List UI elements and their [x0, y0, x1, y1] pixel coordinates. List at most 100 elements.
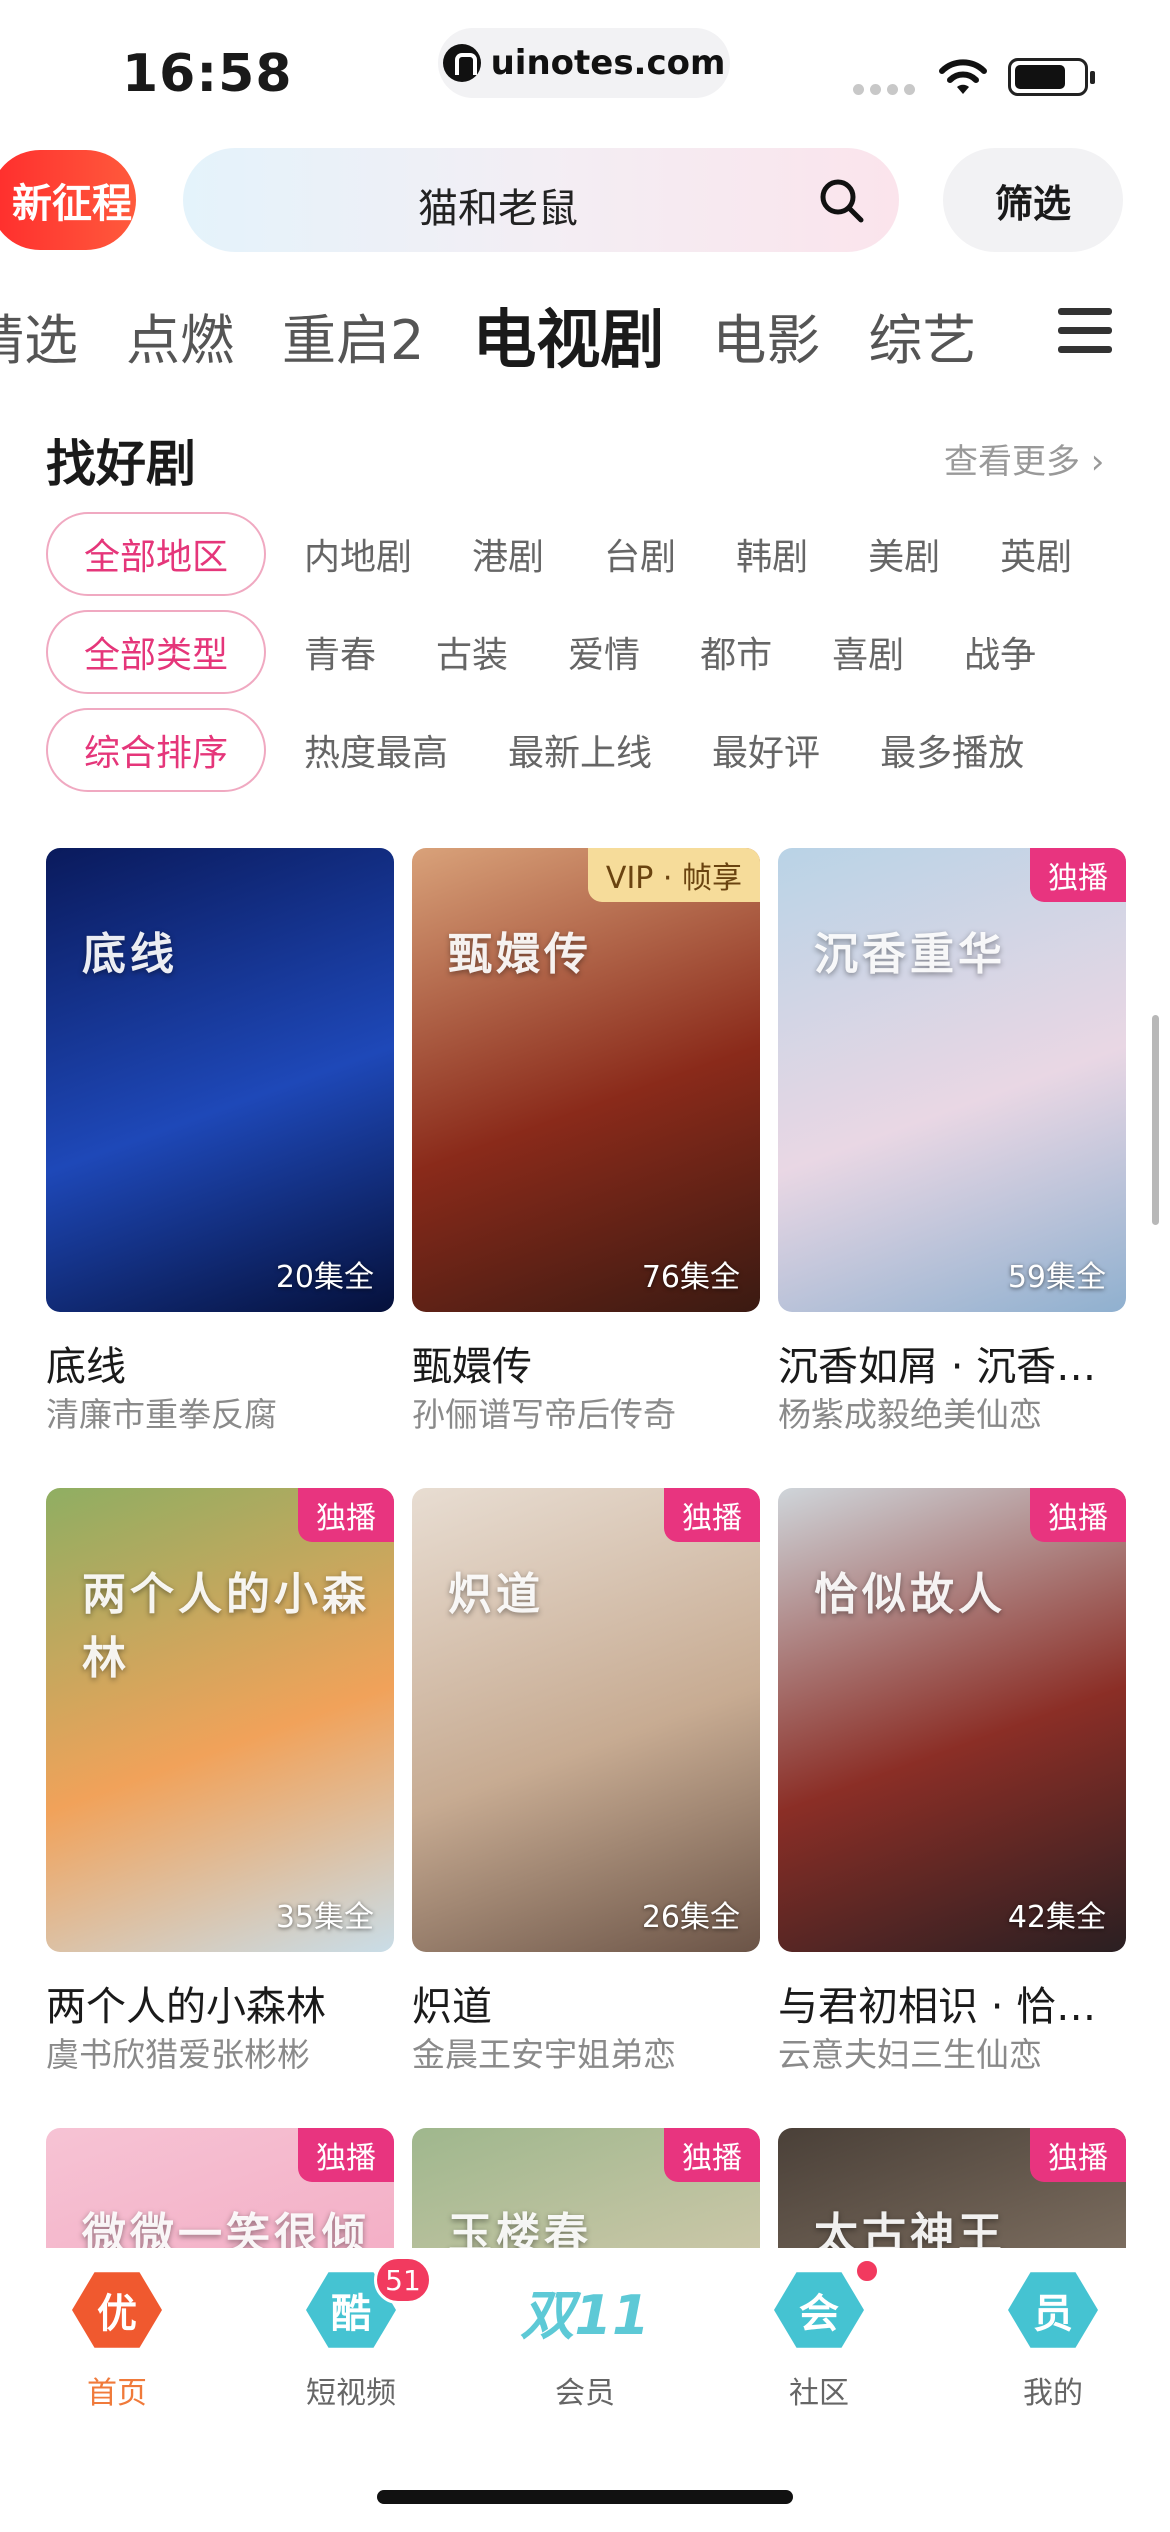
episode-count: 20集全 [275, 1260, 374, 1295]
show-title[interactable]: 炽道 [412, 1974, 760, 2032]
episode-count: 35集全 [275, 1900, 374, 1935]
show-badge: 独播 [664, 2128, 760, 2182]
show-title[interactable]: 与君初相识 · 恰似故人归 [778, 1974, 1126, 2032]
nav-label: 会员 [555, 2376, 615, 2411]
tab-4[interactable]: 电影 [712, 296, 820, 375]
episode-count: 42集全 [1007, 1900, 1106, 1935]
poster-title-art: 沉香重华 [814, 929, 1006, 980]
nav-item-0[interactable]: 优首页 [0, 2248, 234, 2448]
genre-filter-option[interactable]: 爱情 [568, 626, 640, 678]
tab-0[interactable]: 精选 [0, 296, 78, 375]
cellular-signal-icon [853, 84, 915, 95]
region-filter-option[interactable]: 台剧 [604, 528, 676, 580]
channel-tabs: 精选点燃重启2 电视剧电影综艺 [0, 290, 1024, 380]
community-hui-icon: 会 [774, 2272, 864, 2348]
genre-filter-option[interactable]: 都市 [700, 626, 772, 678]
nav-item-2[interactable]: 双11 会员 [468, 2248, 702, 2448]
tabs-fade [980, 290, 1058, 380]
genre-filter-option[interactable]: 青春 [304, 626, 376, 678]
notification-badge: 51 [374, 2256, 432, 2304]
scrollbar[interactable] [1152, 1015, 1159, 1225]
nav-label: 我的 [1023, 2376, 1083, 2411]
nav-item-1[interactable]: 酷短视频 51 [234, 2248, 468, 2448]
sort-filter-row: 综合排序 热度最高 最新上线 最好评 最多播放 [46, 708, 1084, 792]
sort-filter-selected[interactable]: 综合排序 [46, 708, 267, 792]
sort-filter-option[interactable]: 最多播放 [880, 724, 1024, 776]
poster-title-art: 底线 [82, 929, 178, 980]
region-filter-row: 全部地区 内地剧 港剧 台剧 韩剧 美剧 英剧 [46, 512, 1132, 596]
show-poster[interactable]: 底线 20集全 [46, 848, 394, 1312]
status-bar: 16:58 uinotes.com [0, 0, 1170, 140]
bottom-nav: 优首页酷短视频 51 双11 会员会社区员我的 [0, 2248, 1170, 2448]
show-subtitle: 金晨王安宇姐弟恋 [412, 2035, 676, 2074]
sort-filter-option[interactable]: 最新上线 [508, 724, 652, 776]
poster-title-art: 恰似故人 [814, 1569, 1006, 1620]
nav-item-3[interactable]: 会社区 [702, 2248, 936, 2448]
nav-label: 社区 [789, 2376, 849, 2411]
tab-2[interactable]: 重启2 [282, 296, 424, 375]
episode-count: 26集全 [641, 1900, 740, 1935]
show-poster[interactable]: 沉香重华 独播 59集全 [778, 848, 1126, 1312]
menu-icon[interactable] [1058, 308, 1112, 358]
genre-filter-selected[interactable]: 全部类型 [46, 610, 267, 694]
genre-filter-option[interactable]: 战争 [964, 626, 1036, 678]
filter-button[interactable]: 筛选 [943, 148, 1123, 252]
show-title[interactable]: 两个人的小森林 [46, 1974, 394, 2032]
show-subtitle: 杨紫成毅绝美仙恋 [778, 1395, 1042, 1434]
show-poster[interactable]: 炽道 独播 26集全 [412, 1488, 760, 1952]
section-title: 找好剧 [46, 435, 196, 493]
region-filter-option[interactable]: 港剧 [472, 528, 544, 580]
poster-title-art: 炽道 [448, 1569, 544, 1620]
show-badge: 独播 [1030, 1488, 1126, 1542]
home-you-icon: 优 [72, 2272, 162, 2348]
show-subtitle: 孙俪谱写帝后传奇 [412, 1395, 676, 1434]
tab-1[interactable]: 点燃 [126, 296, 234, 375]
show-title[interactable]: 甄嬛传 [412, 1334, 760, 1392]
wifi-icon [939, 59, 987, 94]
show-badge: 独播 [298, 2128, 394, 2182]
promo-button[interactable]: 新征程 [0, 150, 136, 250]
show-title[interactable]: 底线 [46, 1334, 394, 1392]
show-badge: 独播 [298, 1488, 394, 1542]
tab-5[interactable]: 综艺 [868, 296, 976, 375]
episode-count: 59集全 [1007, 1260, 1106, 1295]
nav-item-4[interactable]: 员我的 [936, 2248, 1170, 2448]
see-more-link[interactable]: 查看更多 › [944, 434, 1104, 483]
nav-label: 首页 [87, 2376, 147, 2411]
region-filter-option[interactable]: 美剧 [868, 528, 940, 580]
notification-dot [854, 2258, 880, 2284]
url-pill[interactable]: uinotes.com [438, 28, 730, 98]
genre-filter-option[interactable]: 古装 [436, 626, 508, 678]
profile-yuan-icon: 员 [1008, 2272, 1098, 2348]
poster-title-art: 甄嬛传 [448, 929, 592, 980]
genre-filter-option[interactable]: 喜剧 [832, 626, 904, 678]
show-poster[interactable]: 甄嬛传 VIP · 帧享 76集全 [412, 848, 760, 1312]
home-indicator [377, 2490, 793, 2504]
nav-label: 短视频 [306, 2376, 396, 2411]
episode-count: 76集全 [641, 1260, 740, 1295]
show-poster[interactable]: 两个人的小森林 独播 35集全 [46, 1488, 394, 1952]
region-filter-selected[interactable]: 全部地区 [46, 512, 267, 596]
region-filter-option[interactable]: 内地剧 [304, 528, 412, 580]
poster-title-art: 两个人的小森林 [82, 1569, 370, 1684]
search-bar[interactable]: 猫和老鼠 [183, 148, 899, 252]
sort-filter-option[interactable]: 热度最高 [304, 724, 448, 776]
show-badge: 独播 [1030, 848, 1126, 902]
search-icon[interactable] [817, 176, 865, 224]
show-title[interactable]: 沉香如屑 · 沉香重华 [778, 1334, 1126, 1392]
show-badge: 独播 [664, 1488, 760, 1542]
sort-filter-option[interactable]: 最好评 [712, 724, 820, 776]
battery-icon [1008, 58, 1095, 96]
search-query: 猫和老鼠 [418, 186, 578, 232]
region-filter-option[interactable]: 韩剧 [736, 528, 808, 580]
double-eleven-icon: 双11 [520, 2283, 650, 2347]
show-badge: VIP · 帧享 [587, 848, 760, 902]
tab-3[interactable]: 电视剧 [472, 289, 664, 381]
show-subtitle: 云意夫妇三生仙恋 [778, 2035, 1042, 2074]
url-text: uinotes.com [490, 43, 726, 83]
genre-filter-row: 全部类型 青春 古装 爱情 都市 喜剧 战争 [46, 610, 1096, 694]
show-badge: 独播 [1030, 2128, 1126, 2182]
show-subtitle: 虞书欣猎爱张彬彬 [46, 2035, 310, 2074]
show-poster[interactable]: 恰似故人 独播 42集全 [778, 1488, 1126, 1952]
region-filter-option[interactable]: 英剧 [1000, 528, 1072, 580]
